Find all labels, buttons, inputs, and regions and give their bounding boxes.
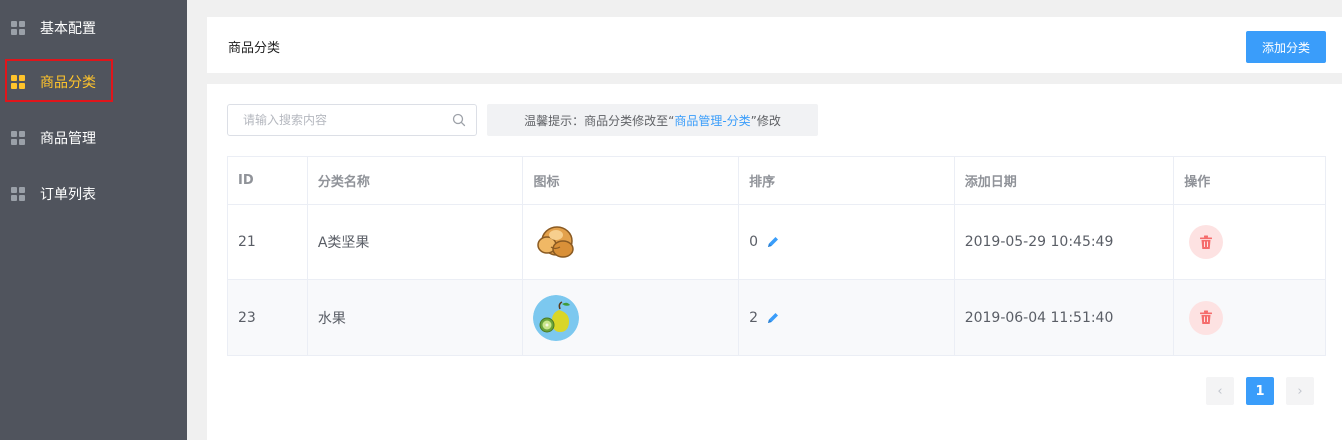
table-row: 23 水果 2 2019-06-04 11:51:40 xyxy=(228,280,1325,355)
tip-banner: 温馨提示：商品分类修改至“ 商品管理-分类 ”修改 xyxy=(487,104,818,136)
cell-id: 23 xyxy=(228,280,308,355)
sidebar-item-label: 商品管理 xyxy=(40,131,96,147)
nuts-thumbnail xyxy=(537,226,575,258)
pencil-icon[interactable] xyxy=(766,311,780,325)
main-panel: 温馨提示：商品分类修改至“商品管理-分类”修改 ID 分类名称 图标 排序 添加… xyxy=(207,84,1342,440)
search-icon[interactable] xyxy=(452,113,466,127)
app-root: 基本配置 商品分类 商品管理 订单列表 商品分类 添加分类 温馨 xyxy=(0,0,1342,440)
page-header: 商品分类 添加分类 xyxy=(207,17,1342,73)
pencil-icon[interactable] xyxy=(766,235,780,249)
search-input[interactable] xyxy=(228,105,448,135)
sidebar-item-product-category[interactable]: 商品分类 xyxy=(0,54,187,110)
trash-icon xyxy=(1200,235,1213,249)
sidebar-item-label: 商品分类 xyxy=(40,75,96,91)
cell-sort: 2 xyxy=(739,280,955,355)
page-title: 商品分类 xyxy=(228,41,281,56)
cell-name: 水果 xyxy=(308,280,524,355)
cell-date: 2019-05-29 10:45:49 xyxy=(955,205,1175,279)
cell-icon xyxy=(523,205,740,279)
fruit-thumbnail xyxy=(533,294,580,341)
search-box xyxy=(227,104,477,136)
column-header: 添加日期 xyxy=(955,157,1175,204)
sort-value: 2 xyxy=(749,309,758,326)
grid-icon xyxy=(11,75,25,89)
sidebar: 基本配置 商品分类 商品管理 订单列表 xyxy=(0,0,187,440)
sidebar-item-label: 基本配置 xyxy=(40,21,96,37)
sidebar-item-product-management[interactable]: 商品管理 xyxy=(0,110,187,166)
delete-button[interactable] xyxy=(1189,225,1224,259)
grid-icon xyxy=(11,21,25,35)
grid-icon xyxy=(11,187,25,201)
add-category-button[interactable]: 添加分类 xyxy=(1246,31,1326,63)
column-header: 排序 xyxy=(739,157,955,204)
table-header-row: ID 分类名称 图标 排序 添加日期 操作 xyxy=(228,157,1325,205)
page-number-button[interactable]: 1 xyxy=(1246,377,1274,405)
cell-actions xyxy=(1174,205,1325,279)
sidebar-item-basic-config[interactable]: 基本配置 xyxy=(0,0,187,56)
sidebar-item-label: 订单列表 xyxy=(40,187,96,203)
table-row: 21 A类坚果 0 2019-05-29 10:45:49 xyxy=(228,205,1325,280)
column-header: 操作 xyxy=(1184,175,1211,190)
column-header: 图标 xyxy=(523,157,740,204)
cell-date: 2019-06-04 11:51:40 xyxy=(955,280,1175,355)
tip-suffix: ”修改 xyxy=(750,113,781,128)
next-page-button[interactable]: › xyxy=(1286,377,1314,405)
cell-id: 21 xyxy=(228,205,308,279)
cell-sort: 0 xyxy=(739,205,955,279)
cell-name: A类坚果 xyxy=(308,205,524,279)
delete-button[interactable] xyxy=(1189,300,1224,335)
cell-icon xyxy=(523,280,740,355)
trash-icon xyxy=(1200,310,1213,324)
tip-link[interactable]: 商品管理-分类 xyxy=(674,112,750,129)
tip-prefix: 温馨提示：商品分类修改至“ xyxy=(524,113,675,128)
sort-value: 0 xyxy=(749,234,758,250)
prev-page-button[interactable]: ‹ xyxy=(1206,377,1234,405)
column-header: 分类名称 xyxy=(308,157,524,204)
grid-icon xyxy=(11,131,25,145)
column-header: ID xyxy=(228,157,308,204)
sidebar-item-order-list[interactable]: 订单列表 xyxy=(0,166,187,222)
cell-actions xyxy=(1174,280,1325,355)
category-table: ID 分类名称 图标 排序 添加日期 操作 21 A类坚果 0 2019-05-… xyxy=(227,156,1326,356)
